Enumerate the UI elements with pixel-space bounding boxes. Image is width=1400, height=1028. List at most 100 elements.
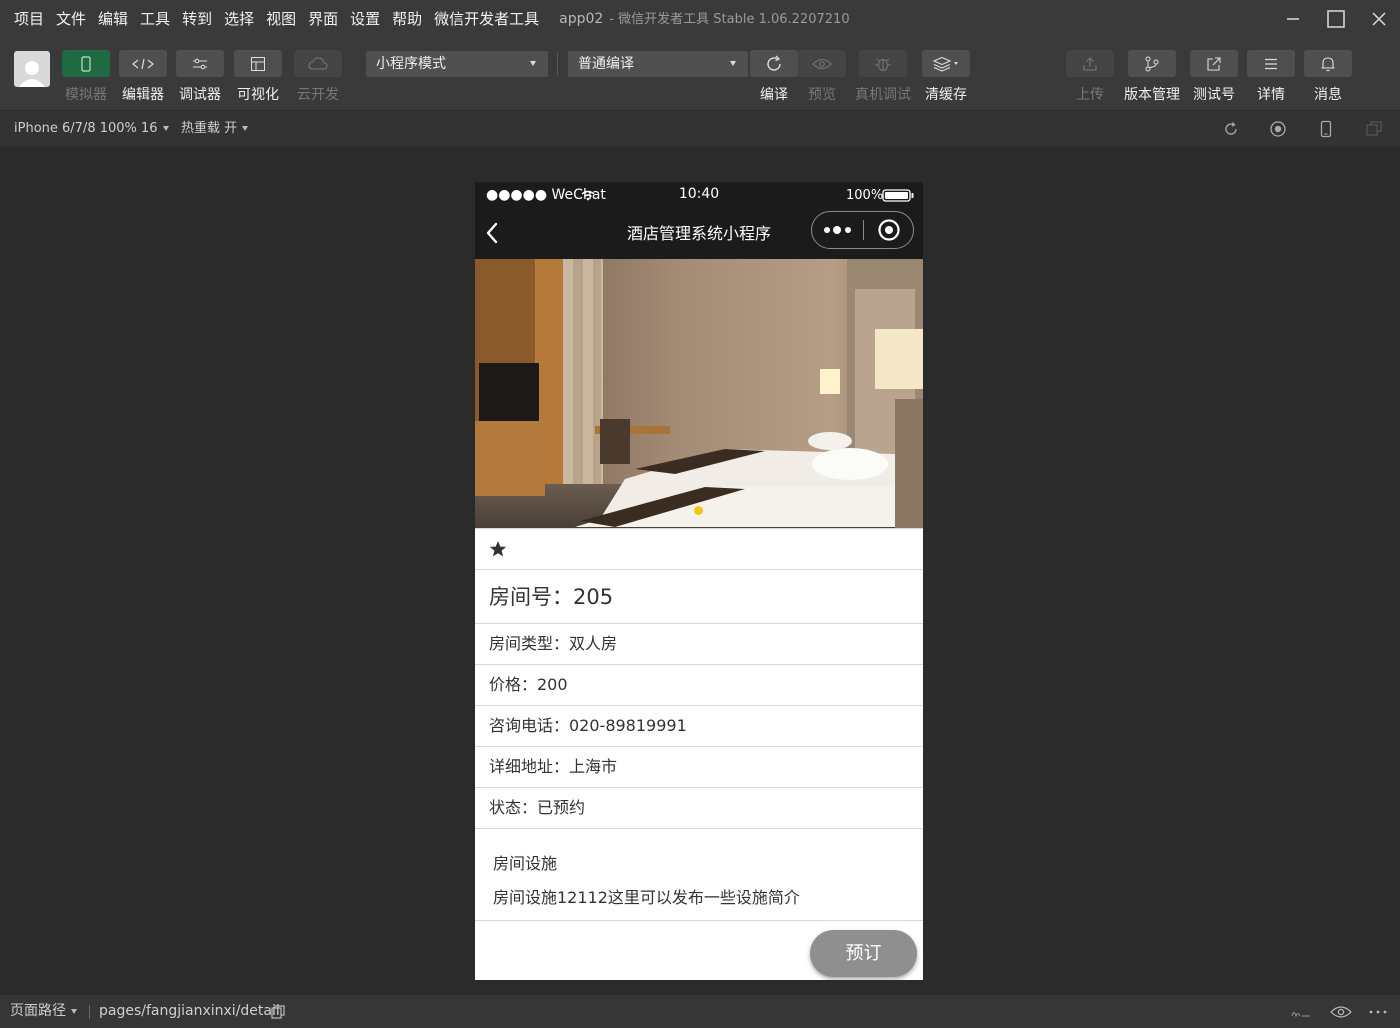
facility-title: 房间设施 — [493, 854, 558, 873]
simulator-subbar: iPhone 6/7/8 100% 16 热重载 开 — [0, 110, 1400, 146]
messages-label: 消息 — [1314, 87, 1342, 103]
branch-icon — [1128, 50, 1176, 77]
preview-button[interactable]: 预览 — [797, 50, 847, 104]
close-mini-program-icon[interactable] — [877, 218, 901, 242]
close-icon[interactable] — [1357, 0, 1400, 38]
battery-icon — [882, 189, 914, 202]
compile-button[interactable]: 编译 — [749, 50, 799, 104]
address: 详细地址：上海市 — [475, 747, 923, 788]
bell-icon — [1304, 50, 1352, 77]
test-account-button[interactable]: 测试号 — [1189, 50, 1239, 104]
copy-icon[interactable] — [271, 1005, 285, 1019]
refresh-icon — [750, 50, 798, 77]
menu-item[interactable]: 视图 — [260, 0, 302, 38]
details-label: 详情 — [1257, 87, 1285, 103]
capsule-divider — [863, 220, 864, 240]
page-path-toggle[interactable]: 页面路径 — [10, 995, 77, 1028]
favorite-row — [475, 528, 923, 570]
menu-item[interactable]: 文件 — [50, 0, 92, 38]
window-title: app02 - 微信开发者工具 Stable 1.06.2207210 — [559, 0, 849, 39]
version-button[interactable]: 版本管理 — [1124, 50, 1180, 104]
test-account-label: 测试号 — [1193, 87, 1235, 103]
booking-status: 状态：已预约 — [475, 788, 923, 829]
book-button[interactable]: 预订 — [810, 930, 917, 977]
menu-item[interactable]: 转到 — [176, 0, 218, 38]
clear-cache-button[interactable]: 清缓存 — [921, 50, 971, 104]
phone-nav-bar: 酒店管理系统小程序 — [475, 208, 923, 259]
mini-program-capsule — [811, 211, 914, 249]
upload-icon — [1066, 50, 1114, 77]
device-select[interactable]: iPhone 6/7/8 100% 16 — [14, 111, 169, 147]
menu-item[interactable]: 项目 — [8, 0, 50, 38]
rotate-icon[interactable] — [1222, 120, 1240, 138]
hot-reload-value: 热重载 开 — [181, 121, 238, 136]
room-image-carousel[interactable] — [475, 259, 923, 528]
menu-item[interactable]: 帮助 — [386, 0, 428, 38]
maximize-icon[interactable] — [1314, 0, 1357, 38]
more-icon[interactable] — [1369, 1010, 1387, 1014]
remote-debug-button[interactable]: 真机调试 — [855, 50, 911, 104]
facility-section: 房间设施 房间设施12112这里可以发布一些设施简介 — [475, 829, 923, 921]
cloud-button[interactable]: 云开发 — [293, 50, 343, 104]
chevron-down-icon — [730, 61, 736, 66]
messages-button[interactable]: 消息 — [1303, 50, 1353, 104]
debug-icon — [176, 50, 224, 77]
sign-icon[interactable] — [1290, 1007, 1312, 1019]
menu-icon — [1247, 50, 1295, 77]
version-label: 版本管理 — [1124, 87, 1180, 103]
window-title-text: - 微信开发者工具 Stable 1.06.2207210 — [609, 11, 850, 27]
cloud-icon — [294, 50, 342, 77]
toolbar-divider — [557, 52, 558, 76]
more-icon[interactable] — [823, 225, 853, 235]
window-controls — [1271, 0, 1400, 38]
simulator-button[interactable]: 模拟器 — [61, 50, 111, 104]
phone-icon — [62, 50, 110, 77]
eye-icon[interactable] — [1330, 1005, 1352, 1019]
simulator-label: 模拟器 — [65, 87, 107, 103]
chevron-down-icon — [530, 61, 536, 66]
editor-label: 编辑器 — [122, 87, 164, 103]
battery-percent: 100% — [846, 188, 884, 203]
visual-label: 可视化 — [237, 87, 279, 103]
debugger-button[interactable]: 调试器 — [175, 50, 225, 104]
phone-simulator: ●●●●● WeChat 10:40 100% 酒店管理系统小程序 房间号：20… — [475, 182, 923, 980]
visual-button[interactable]: 可视化 — [233, 50, 283, 104]
avatar[interactable] — [14, 51, 50, 87]
mode-select[interactable]: 小程序模式 — [366, 51, 548, 77]
preview-label: 预览 — [808, 87, 836, 103]
carousel-indicator[interactable] — [694, 506, 703, 515]
cloud-label: 云开发 — [297, 87, 339, 103]
menu-item[interactable]: 设置 — [344, 0, 386, 38]
room-price: 价格：200 — [475, 665, 923, 706]
main-menu: 项目 文件 编辑 工具 转到 选择 视图 界面 设置 帮助 微信开发者工具 — [0, 0, 545, 38]
page-path-label: 页面路径 — [10, 1003, 66, 1019]
menu-item[interactable]: 界面 — [302, 0, 344, 38]
bug-icon — [859, 50, 907, 77]
chevron-down-icon — [71, 1008, 77, 1014]
menu-item[interactable]: 编辑 — [92, 0, 134, 38]
upload-button[interactable]: 上传 — [1065, 50, 1115, 104]
chevron-down-icon — [162, 126, 169, 131]
phone-status-bar: ●●●●● WeChat 10:40 100% — [475, 182, 923, 208]
hotel-room-image — [475, 259, 923, 528]
device-select-value: iPhone 6/7/8 100% 16 — [14, 121, 158, 136]
details-button[interactable]: 详情 — [1246, 50, 1296, 104]
bottom-divider — [89, 1005, 90, 1019]
menu-item[interactable]: 微信开发者工具 — [428, 0, 545, 38]
minimize-icon[interactable] — [1271, 0, 1314, 38]
menu-item[interactable]: 工具 — [134, 0, 176, 38]
editor-button[interactable]: 编辑器 — [118, 50, 168, 104]
layers-icon — [922, 50, 970, 77]
star-icon[interactable] — [489, 540, 507, 558]
menu-bar: 项目 文件 编辑 工具 转到 选择 视图 界面 设置 帮助 微信开发者工具 app02 - 微信开发者… — [0, 0, 1400, 38]
detach-window-icon[interactable] — [1365, 120, 1383, 138]
room-number: 房间号：205 — [475, 570, 923, 624]
compile-select[interactable]: 普通编译 — [568, 51, 748, 77]
device-icon[interactable] — [1317, 120, 1335, 138]
room-type: 房间类型：双人房 — [475, 624, 923, 665]
bottom-status-bar: 页面路径 pages/fangjianxinxi/detail — [0, 995, 1400, 1028]
menu-item[interactable]: 选择 — [218, 0, 260, 38]
hot-reload-toggle[interactable]: 热重载 开 — [181, 111, 249, 147]
record-icon[interactable] — [1269, 120, 1287, 138]
app-name: app02 — [559, 10, 604, 27]
